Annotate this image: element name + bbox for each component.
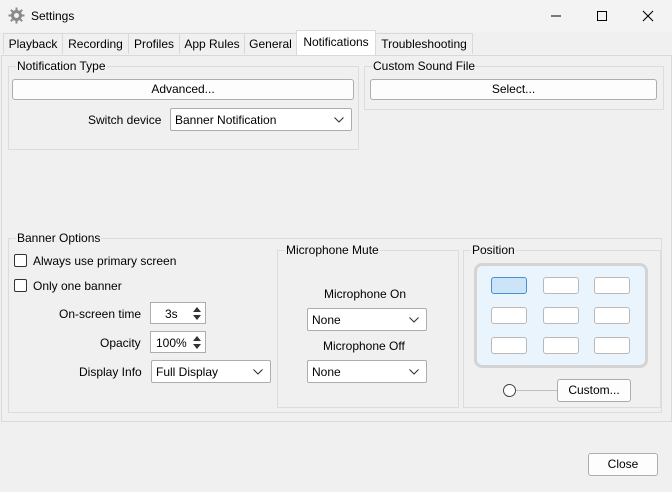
position-label: Position <box>471 243 516 257</box>
tab-profiles[interactable]: Profiles <box>128 33 180 54</box>
chevron-down-icon <box>334 116 344 123</box>
window-title: Settings <box>31 9 75 23</box>
custom-sound-label: Custom Sound File <box>372 59 477 73</box>
microphone-off-label: Microphone Off <box>323 339 405 353</box>
advanced-button[interactable]: Advanced... <box>12 79 354 100</box>
chevron-down-icon <box>253 368 263 375</box>
always-primary-checkbox[interactable] <box>14 254 27 267</box>
display-info-value: Full Display <box>156 364 219 379</box>
microphone-on-select[interactable]: None <box>307 308 427 331</box>
custom-position-button[interactable]: Custom... <box>557 379 631 402</box>
spin-up-icon[interactable] <box>193 307 201 312</box>
tab-troubleshooting[interactable]: Troubleshooting <box>375 33 473 54</box>
microphone-on-value: None <box>312 312 341 327</box>
tab-strip: Playback Recording Profiles App Rules Ge… <box>0 30 672 55</box>
tab-playback[interactable]: Playback <box>3 33 63 54</box>
microphone-mute-label: Microphone Mute <box>285 243 380 257</box>
select-sound-button[interactable]: Select... <box>370 79 657 100</box>
opacity-value: 100% <box>156 336 187 350</box>
close-button[interactable]: Close <box>588 453 658 476</box>
position-cell-middle-left[interactable] <box>491 307 527 324</box>
microphone-off-value: None <box>312 364 341 379</box>
always-primary-label[interactable]: Always use primary screen <box>33 254 176 268</box>
display-info-label: Display Info <box>79 365 142 379</box>
spin-up-icon[interactable] <box>193 336 201 341</box>
chevron-down-icon <box>409 316 419 323</box>
tab-recording[interactable]: Recording <box>62 33 129 54</box>
onscreen-time-label: On-screen time <box>59 307 142 321</box>
title-bar: Settings <box>0 0 672 32</box>
position-cell-top-right[interactable] <box>594 277 630 294</box>
maximize-button[interactable] <box>579 0 625 32</box>
notification-type-label: Notification Type <box>16 59 107 73</box>
opacity-spinner[interactable]: 100% <box>150 331 206 353</box>
position-cell-bottom-center[interactable] <box>543 337 579 354</box>
custom-slider-track <box>516 390 557 391</box>
onscreen-time-spinner[interactable]: 3s <box>150 302 206 324</box>
position-cell-middle-center[interactable] <box>543 307 579 324</box>
position-cell-bottom-right[interactable] <box>594 337 630 354</box>
minimize-button[interactable] <box>533 0 579 32</box>
only-one-banner-label[interactable]: Only one banner <box>33 279 122 293</box>
microphone-off-select[interactable]: None <box>307 360 427 383</box>
chevron-down-icon <box>409 368 419 375</box>
position-cell-bottom-left[interactable] <box>491 337 527 354</box>
only-one-banner-checkbox[interactable] <box>14 279 27 292</box>
display-info-select[interactable]: Full Display <box>151 360 271 383</box>
banner-options-label: Banner Options <box>16 231 102 245</box>
spin-down-icon[interactable] <box>193 315 201 320</box>
spin-down-icon[interactable] <box>193 344 201 349</box>
tab-general[interactable]: General <box>244 33 297 54</box>
microphone-on-label: Microphone On <box>324 287 407 301</box>
switch-device-value: Banner Notification <box>175 112 277 127</box>
onscreen-time-value: 3s <box>165 307 178 321</box>
position-cell-top-center[interactable] <box>543 277 579 294</box>
position-cell-middle-right[interactable] <box>594 307 630 324</box>
position-cell-top-left[interactable] <box>491 277 527 294</box>
tab-app-rules[interactable]: App Rules <box>179 33 245 54</box>
gear-icon <box>8 7 25 24</box>
opacity-label: Opacity <box>100 336 141 350</box>
custom-position-radio[interactable] <box>503 384 516 397</box>
close-window-button[interactable] <box>625 0 671 32</box>
switch-device-select[interactable]: Banner Notification <box>170 108 352 131</box>
switch-device-label: Switch device <box>88 113 162 127</box>
tab-notifications[interactable]: Notifications <box>296 30 376 55</box>
